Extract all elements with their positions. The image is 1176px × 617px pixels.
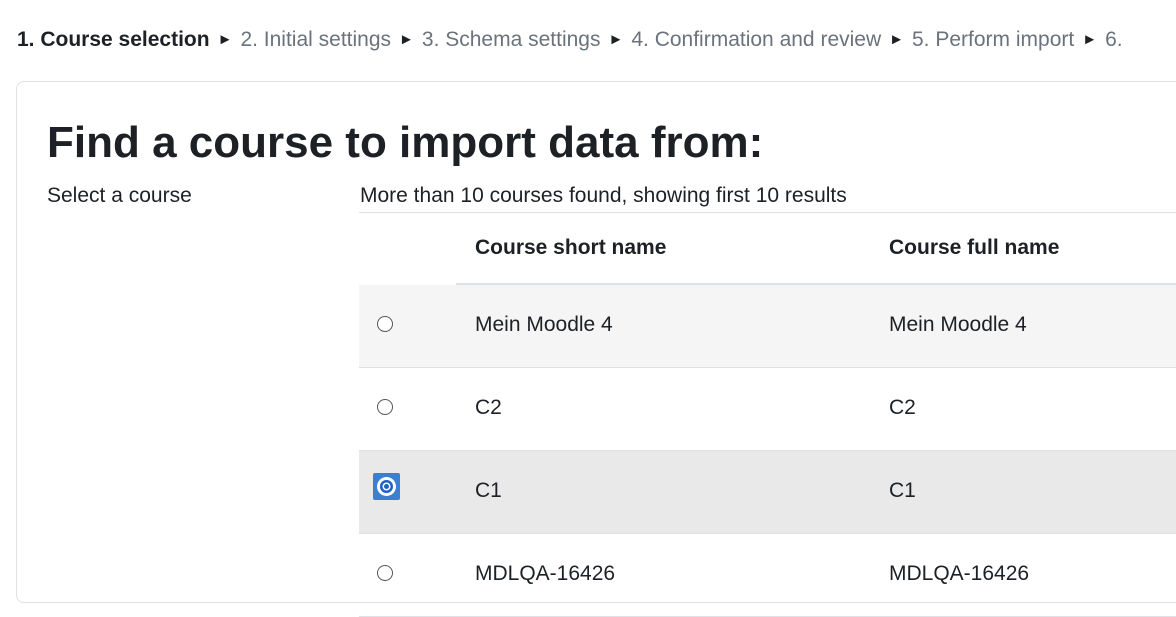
progress-step-course-selection: 1. Course selection — [17, 28, 210, 51]
select-course-label: Select a course — [47, 184, 192, 207]
import-progress-breadcrumb: 1. Course selection ► 2. Initial settings ►… — [17, 26, 1123, 56]
course-radio-button[interactable] — [377, 399, 393, 415]
column-header-full-name: Course full name — [889, 236, 1060, 259]
table-header: Course short name Course full name — [359, 213, 1176, 285]
course-radio-button[interactable] — [377, 565, 393, 581]
table-row[interactable]: MDLQA-16426 MDLQA-16426 — [359, 534, 1176, 617]
progress-step-schema-settings: 3. Schema settings — [421, 28, 601, 51]
table-row[interactable]: Mein Moodle 4 Mein Moodle 4 — [359, 285, 1176, 368]
progress-step-initial-settings: 2. Initial settings — [240, 28, 392, 51]
progress-step-perform-import: 5. Perform import — [912, 28, 1075, 51]
column-header-short-name: Course short name — [475, 236, 667, 259]
course-full-name: C1 — [889, 479, 916, 502]
course-results-table: Course short name Course full name Mein … — [359, 212, 1176, 617]
progress-step-confirmation: 4. Confirmation and review — [631, 28, 882, 51]
progress-separator-icon: ► — [217, 31, 233, 48]
course-short-name: C2 — [475, 396, 502, 419]
course-radio-button[interactable] — [377, 316, 393, 332]
progress-separator-icon: ► — [608, 31, 624, 48]
progress-step-complete: 6. — [1105, 28, 1123, 51]
progress-separator-icon: ► — [889, 31, 904, 48]
table-row[interactable]: C1 C1 — [359, 451, 1176, 534]
progress-separator-icon: ► — [399, 31, 414, 48]
course-short-name: C1 — [475, 479, 502, 502]
course-radio-button-selected[interactable] — [373, 473, 400, 500]
results-count-note: More than 10 courses found, showing firs… — [360, 184, 847, 207]
course-full-name: Mein Moodle 4 — [889, 313, 1027, 336]
course-full-name: C2 — [889, 396, 916, 419]
course-full-name: MDLQA-16426 — [889, 562, 1030, 585]
course-short-name: Mein Moodle 4 — [475, 313, 613, 336]
progress-separator-icon: ► — [1082, 31, 1098, 48]
table-row[interactable]: C2 C2 — [359, 368, 1176, 451]
course-short-name: MDLQA-16426 — [475, 562, 616, 585]
page-title: Find a course to import data from: — [47, 118, 764, 167]
